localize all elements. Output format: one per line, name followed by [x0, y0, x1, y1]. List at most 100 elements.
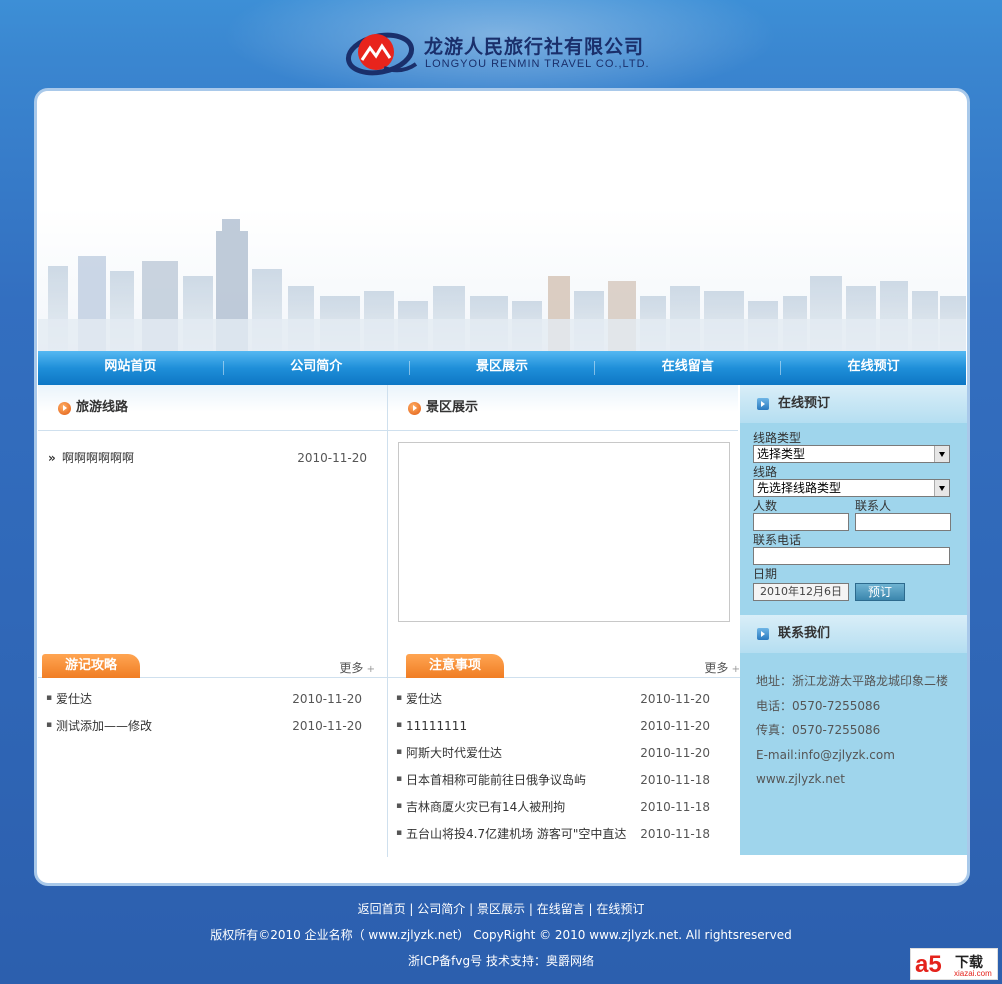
- list-item-title[interactable]: 爱仕达: [396, 685, 442, 713]
- watermark-badge: a5 下载 xiazai.com: [910, 948, 998, 980]
- list-item-title[interactable]: 阿斯大时代爱仕达: [396, 739, 502, 767]
- travel-notes-section: 游记攻略 更多 爱仕达 2010-11-20 测试添加——修改 2010-11-…: [38, 631, 388, 857]
- notices-more-link[interactable]: 更多: [704, 659, 740, 676]
- site-footer: 返回首页 | 公司简介 | 景区展示 | 在线留言 | 在线预订 版权所有©20…: [0, 896, 1002, 974]
- contact-fax: 传真：0570-7255086: [756, 723, 881, 737]
- people-label: 人数: [753, 499, 778, 513]
- company-name-cn: 龙游人民旅行社有限公司: [424, 36, 645, 58]
- notices-section: 注意事项 更多 爱仕达 2010-11-20 11111111 2010-11-…: [388, 631, 740, 857]
- nav-item-home[interactable]: 网站首页: [38, 351, 223, 385]
- list-item-title[interactable]: 测试添加——修改: [46, 712, 152, 740]
- list-item-date: 2010-11-20: [292, 719, 362, 733]
- travel-notes-tab[interactable]: 游记攻略: [42, 654, 140, 678]
- date-label: 日期: [753, 567, 778, 581]
- route-title[interactable]: 啊啊啊啊啊啊: [48, 447, 134, 469]
- routes-header: 旅游线路: [38, 385, 387, 431]
- watermark-logo: a5: [915, 951, 942, 978]
- contact-email[interactable]: E-mail:info@zjlyzk.com: [756, 743, 967, 768]
- list-item-date: 2010-11-18: [640, 773, 710, 787]
- travel-notes-list: 爱仕达 2010-11-20 测试添加——修改 2010-11-20: [38, 678, 387, 740]
- footer-divider: |: [528, 902, 537, 916]
- list-item-title[interactable]: 爱仕达: [46, 685, 92, 713]
- footer-copyright: 版权所有©2010 企业名称（ www.zjlyzk.net） CopyRigh…: [210, 928, 792, 942]
- list-item-date: 2010-11-20: [640, 719, 710, 733]
- route-label: 线路: [753, 465, 778, 479]
- list-item-date: 2010-11-18: [640, 827, 710, 841]
- scenic-section: 景区展示: [388, 385, 738, 631]
- date-input[interactable]: 2010年12月6日: [753, 583, 849, 601]
- company-logo-icon[interactable]: [344, 24, 420, 80]
- nav-item-guestbook[interactable]: 在线留言: [595, 351, 780, 385]
- scenic-title: 景区展示: [426, 400, 479, 415]
- contact-phone: 电话：0570-7255086: [756, 698, 881, 713]
- routes-section: 旅游线路 啊啊啊啊啊啊 2010-11-20: [38, 385, 388, 631]
- list-item-title[interactable]: 五台山将投4.7亿建机场 游客可"空中直达: [396, 820, 626, 848]
- notices-tab[interactable]: 注意事项: [406, 654, 504, 678]
- right-panel: 在线预订 线路类型 选择类型 线路 先选择线路类型 人数 联系人 联系电话 日期…: [740, 385, 967, 855]
- watermark-site: xiazai.com: [954, 969, 992, 978]
- footer-link-about[interactable]: 公司简介: [417, 902, 465, 916]
- contact-person-input[interactable]: [855, 513, 951, 531]
- list-item-date: 2010-11-20: [640, 692, 710, 706]
- booking-title: 在线预订: [778, 396, 831, 411]
- list-item[interactable]: 日本首相称可能前往日俄争议岛屿 2010-11-18: [396, 766, 740, 794]
- contact-info: 地址：浙江龙游太平路龙城印象二楼 电话：0570-7255086 传真：0570…: [740, 653, 967, 792]
- list-item[interactable]: 爱仕达 2010-11-20: [396, 685, 740, 713]
- footer-link-scenic[interactable]: 景区展示: [477, 902, 525, 916]
- arrow-bullet-icon: [58, 402, 71, 415]
- arrow-bullet-icon: [408, 402, 421, 415]
- travel-notes-more-link[interactable]: 更多: [339, 659, 375, 676]
- site-header: 龙游人民旅行社有限公司 LONGYOU RENMIN TRAVEL CO.,LT…: [0, 0, 1002, 110]
- list-item-date: 2010-11-20: [640, 746, 710, 760]
- arrow-square-icon: [757, 398, 769, 410]
- route-type-select[interactable]: 选择类型: [753, 445, 950, 463]
- main-frame: 网站首页 公司简介 景区展示 在线留言 在线预订 旅游线路 啊啊啊啊啊啊 201…: [34, 88, 970, 886]
- people-input[interactable]: [753, 513, 849, 531]
- contact-website[interactable]: www.zjlyzk.net: [756, 767, 967, 792]
- notices-header: 注意事项 更多: [388, 631, 740, 678]
- list-item[interactable]: 阿斯大时代爱仕达 2010-11-20: [396, 739, 740, 767]
- nav-item-scenic[interactable]: 景区展示: [410, 351, 595, 385]
- footer-icp: 浙ICP备fvg号 技术支持：奥爵网络: [408, 954, 594, 968]
- booking-form: 线路类型 选择类型 线路 先选择线路类型 人数 联系人 联系电话 日期 2010…: [740, 423, 967, 601]
- arrow-square-icon: [757, 628, 769, 640]
- travel-notes-header: 游记攻略 更多: [38, 631, 387, 678]
- footer-link-guestbook[interactable]: 在线留言: [537, 902, 585, 916]
- footer-link-booking[interactable]: 在线预订: [596, 902, 644, 916]
- routes-list: 啊啊啊啊啊啊 2010-11-20: [38, 431, 387, 469]
- book-button[interactable]: 预订: [855, 583, 905, 601]
- list-item-date: 2010-11-18: [640, 800, 710, 814]
- list-item-title[interactable]: 11111111: [396, 712, 467, 740]
- list-item[interactable]: 啊啊啊啊啊啊 2010-11-20: [48, 447, 367, 469]
- footer-links: 返回首页 | 公司简介 | 景区展示 | 在线留言 | 在线预订: [0, 896, 1002, 922]
- route-select[interactable]: 先选择线路类型: [753, 479, 950, 497]
- main-nav: 网站首页 公司简介 景区展示 在线留言 在线预订: [38, 351, 966, 385]
- contact-address: 地址：浙江龙游太平路龙城印象二楼: [756, 674, 949, 688]
- contact-header: 联系我们: [740, 615, 967, 653]
- city-skyline-illustration: [38, 219, 966, 351]
- footer-divider: |: [469, 902, 477, 916]
- contact-title: 联系我们: [778, 626, 831, 641]
- chevron-down-icon[interactable]: [934, 446, 949, 462]
- list-item-title[interactable]: 吉林商厦火灾已有14人被刑拘: [396, 793, 565, 821]
- scenic-gallery-box: [398, 442, 730, 622]
- list-item-title[interactable]: 日本首相称可能前往日俄争议岛屿: [396, 766, 586, 794]
- nav-item-about[interactable]: 公司简介: [224, 351, 409, 385]
- notices-list: 爱仕达 2010-11-20 11111111 2010-11-20 阿斯大时代…: [388, 678, 740, 848]
- routes-title: 旅游线路: [76, 400, 129, 415]
- list-item[interactable]: 爱仕达 2010-11-20: [46, 685, 387, 713]
- company-name-en: LONGYOU RENMIN TRAVEL CO.,LTD.: [425, 58, 650, 70]
- route-selected: 先选择线路类型: [757, 481, 842, 495]
- list-item[interactable]: 五台山将投4.7亿建机场 游客可"空中直达 2010-11-18: [396, 820, 740, 848]
- list-item[interactable]: 11111111 2010-11-20: [396, 712, 740, 740]
- list-item-date: 2010-11-20: [292, 692, 362, 706]
- route-date: 2010-11-20: [297, 451, 367, 465]
- phone-input[interactable]: [753, 547, 950, 565]
- nav-item-booking[interactable]: 在线预订: [781, 351, 966, 385]
- list-item[interactable]: 吉林商厦火灾已有14人被刑拘 2010-11-18: [396, 793, 740, 821]
- list-item[interactable]: 测试添加——修改 2010-11-20: [46, 712, 387, 740]
- banner-image: [38, 91, 966, 351]
- route-type-label: 线路类型: [753, 431, 802, 445]
- chevron-down-icon[interactable]: [934, 480, 949, 496]
- footer-link-home[interactable]: 返回首页: [358, 902, 406, 916]
